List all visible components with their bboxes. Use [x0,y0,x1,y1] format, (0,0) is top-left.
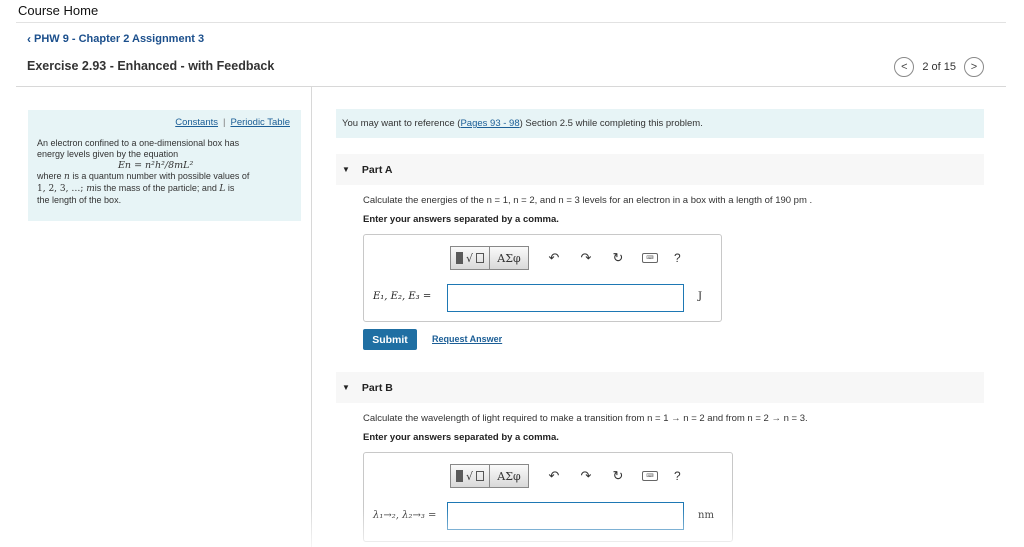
constants-link[interactable]: Constants [175,117,218,128]
box-icon [476,471,484,481]
redo-icon[interactable]: ↷ [579,468,593,484]
quantum-values: 1, 2, 3, …; [37,184,84,194]
redo-icon[interactable]: ↷ [579,250,593,266]
next-item-button[interactable]: > [964,57,984,77]
part-b-header[interactable]: ▼ Part B [336,372,984,403]
header-divider [16,86,1006,87]
part-a-instruction: Enter your answers separated by a comma. [363,214,559,225]
greek-symbols-button[interactable]: ΑΣφ [490,246,529,270]
part-a-variable-label: E₁, E₂, E₃ = [373,291,432,302]
reference-text: ) Section 2.5 while completing this prob… [519,118,703,129]
part-a-unit: J [698,291,703,302]
part-b-question: Calculate the wavelength of light requir… [363,413,808,424]
part-a-title: Part A [361,163,393,176]
templates-button[interactable]: √ [450,464,490,488]
pages-link[interactable]: Pages 93 - 98 [460,118,519,129]
box-icon [476,253,484,263]
keyboard-icon[interactable]: ⌨ [642,253,658,263]
info-line-5: the length of the box. [37,195,122,205]
top-divider [16,22,1006,23]
templates-button[interactable]: √ [450,246,490,270]
breadcrumb-label[interactable]: PHW 9 - Chapter 2 Assignment 3 [34,33,204,45]
column-divider [311,87,312,547]
var-m: m [83,184,95,194]
part-a-question: Calculate the energies of the n = 1, n =… [363,195,813,206]
sqrt-icon: √ [465,469,473,483]
greek-symbols-button[interactable]: ΑΣφ [490,464,529,488]
part-b-instruction: Enter your answers separated by a comma. [363,432,559,443]
energy-equation: En = n²h²/8mL² [118,160,194,171]
breadcrumb[interactable]: ‹ PHW 9 - Chapter 2 Assignment 3 [27,32,204,46]
undo-icon[interactable]: ↶ [547,468,561,484]
pager-count: 2 of 15 [922,61,956,73]
part-b-answer-input[interactable] [447,502,684,530]
block-icon [455,252,463,264]
request-answer-link[interactable]: Request Answer [432,334,502,344]
info-text: where [37,171,65,181]
periodic-table-link[interactable]: Periodic Table [230,117,290,128]
reset-icon[interactable]: ↻ [611,468,625,484]
part-a-header[interactable]: ▼ Part A [336,154,984,185]
sqrt-icon: √ [465,251,473,265]
math-toolbar: √ ΑΣφ ↶ ↷ ↻ ⌨ ? [450,246,681,270]
undo-icon[interactable]: ↶ [547,250,561,266]
exercise-title: Exercise 2.93 - Enhanced - with Feedback [27,59,275,73]
part-b-title: Part B [361,381,393,394]
info-line-3: where n is a quantum number with possibl… [37,171,292,183]
pagination: < 2 of 15 > [894,57,984,77]
collapse-triangle-icon: ▼ [342,383,350,392]
part-b-variable-label: λ₁→₂, λ₂→₃ = [373,510,437,521]
info-text: is the mass of the particle; and [94,183,220,193]
reset-icon[interactable]: ↻ [611,250,625,266]
info-line-1: An electron confined to a one-dimensiona… [37,138,240,148]
part-a-answer-input[interactable] [447,284,684,312]
submit-button[interactable]: Submit [363,329,417,350]
info-line-4: 1, 2, 3, …; mis the mass of the particle… [37,183,292,195]
block-icon [455,470,463,482]
collapse-triangle-icon: ▼ [342,165,350,174]
help-icon[interactable]: ? [674,251,681,265]
prev-item-button[interactable]: < [894,57,915,77]
info-line-2: energy levels given by the equation [37,149,179,159]
part-b-unit: nm [698,510,714,521]
resource-links: Constants | Periodic Table [37,117,290,128]
info-text: is a quantum number with possible values… [69,171,250,181]
help-icon[interactable]: ? [674,469,681,483]
keyboard-icon[interactable]: ⌨ [642,471,658,481]
reference-text: You may want to reference ( [342,118,461,129]
chevron-left-icon: ‹ [27,32,31,46]
part-a-answer-box: √ ΑΣφ ↶ ↷ ↻ ⌨ ? E₁, E₂, E₃ = J [363,234,722,322]
info-text: is [225,183,235,193]
course-home-link[interactable]: Course Home [18,3,98,18]
math-toolbar: √ ΑΣφ ↶ ↷ ↻ ⌨ ? [450,464,681,488]
reference-note: You may want to reference (Pages 93 - 98… [336,109,984,138]
part-b-answer-box: √ ΑΣφ ↶ ↷ ↻ ⌨ ? λ₁→₂, λ₂→₃ = nm [363,452,733,542]
problem-info-panel: Constants | Periodic Table An electron con… [28,110,301,221]
link-separator: | [223,117,226,128]
